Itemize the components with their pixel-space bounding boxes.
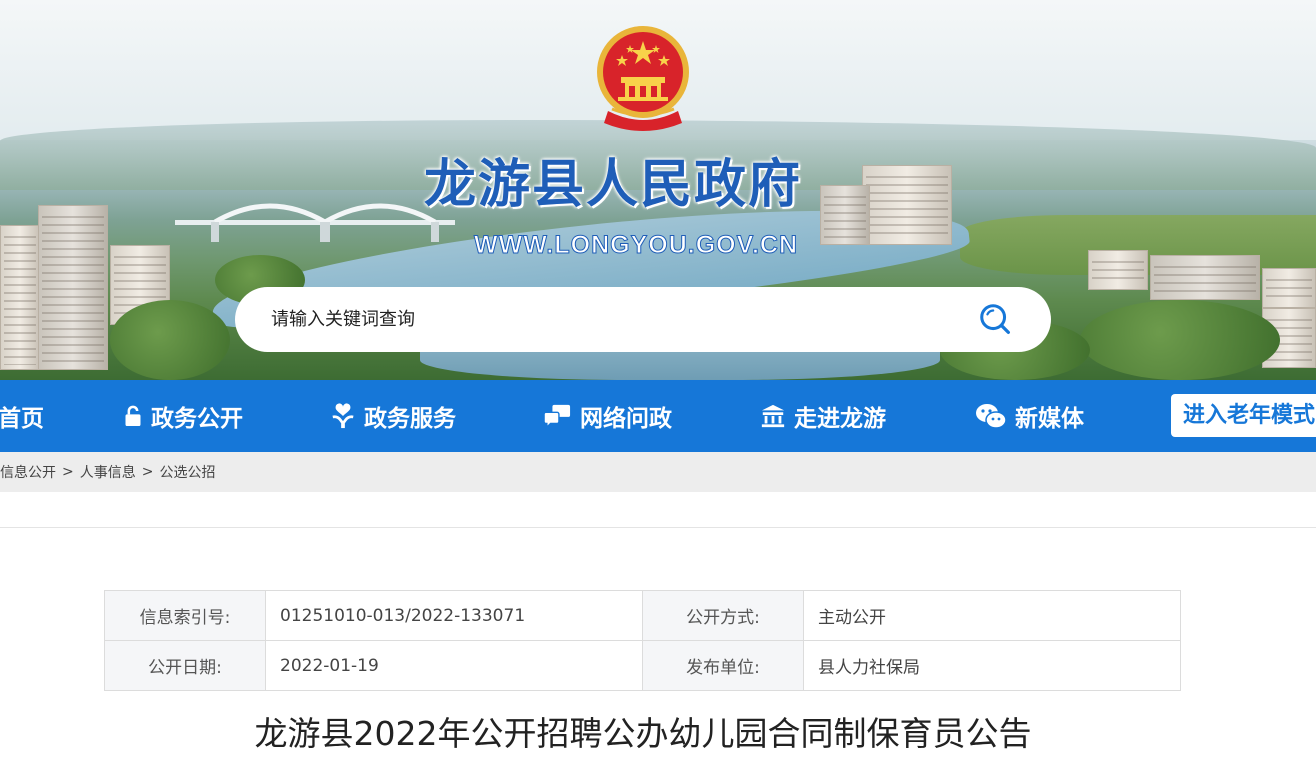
building-center-1 [862, 165, 952, 245]
header-banner: 龙游县人民政府 WWW.LONGYOU.GOV.CN [0, 0, 1316, 380]
nav-item-gov-affairs[interactable]: 政务公开 [123, 380, 243, 452]
building-icon [761, 404, 785, 428]
publisher-value: 县人力社保局 [803, 640, 1181, 691]
nav-item-new-media[interactable]: 新媒体 [975, 380, 1084, 452]
breadcrumb: 信息公开 > 人事信息 > 公选公招 [0, 452, 1316, 492]
building-right-1 [1088, 250, 1148, 290]
lock-icon [125, 405, 141, 426]
nav-item-label: 走进龙游 [794, 406, 886, 432]
table-row: 信息索引号: 01251010-013/2022-133071 公开方式: 主动… [104, 590, 1181, 641]
nav-item-gov-services[interactable]: 政务服务 [330, 380, 456, 452]
main-nav: 首页 政务公开 政务服务 网络问政 走进龙游 新媒体 [0, 380, 1316, 452]
nav-item-label: 政务服务 [364, 406, 456, 432]
open-method-label: 公开方式: [642, 590, 804, 641]
index-value: 01251010-013/2022-133071 [265, 590, 643, 641]
building-left-1 [0, 225, 40, 370]
search-icon [980, 304, 1010, 334]
breadcrumb-separator: > [62, 464, 74, 480]
nav-item-about-longyou[interactable]: 走进龙游 [760, 380, 886, 452]
index-label: 信息索引号: [104, 590, 266, 641]
date-label: 公开日期: [104, 640, 266, 691]
open-method-value: 主动公开 [803, 590, 1181, 641]
trees-left [110, 300, 230, 380]
breadcrumb-separator: > [141, 464, 154, 480]
chat-icon [544, 404, 571, 429]
site-url: WWW.LONGYOU.GOV.CN [474, 231, 799, 260]
elder-mode-button[interactable]: 进入老年模式 [1171, 394, 1316, 437]
breadcrumb-item-info-public[interactable]: 信息公开 [0, 462, 56, 482]
article-title: 龙游县2022年公开招聘公办幼儿园合同制保育员公告 [254, 714, 1032, 753]
nav-item-label: 网络问政 [580, 406, 672, 432]
nav-item-label: 首页 [0, 406, 44, 432]
info-meta-table: 信息索引号: 01251010-013/2022-133071 公开方式: 主动… [104, 590, 1181, 691]
search-input[interactable] [271, 287, 951, 352]
divider [0, 527, 1316, 528]
building-right-2 [1150, 255, 1260, 300]
publisher-label: 发布单位: [642, 640, 804, 691]
trees-right [1080, 300, 1280, 380]
site-title: 龙游县人民政府 [424, 154, 803, 215]
breadcrumb-item-personnel[interactable]: 人事信息 [80, 462, 136, 482]
search-button[interactable] [973, 297, 1019, 343]
table-row: 公开日期: 2022-01-19 发布单位: 县人力社保局 [104, 640, 1181, 691]
search-box [235, 287, 1051, 352]
breadcrumb-item-recruitment[interactable]: 公选公招 [159, 462, 215, 482]
nav-item-label: 政务公开 [151, 406, 243, 432]
building-right-3 [1262, 268, 1316, 308]
heart-hand-icon [332, 403, 354, 429]
wechat-icon [976, 404, 1007, 429]
nav-item-home[interactable]: 首页 [0, 380, 44, 452]
date-value: 2022-01-19 [265, 640, 643, 691]
nav-item-label: 新媒体 [1015, 406, 1084, 432]
national-emblem-icon [597, 26, 689, 131]
building-left-2 [38, 205, 108, 370]
bridge-illustration [175, 203, 455, 242]
nav-item-online-inquiry[interactable]: 网络问政 [544, 380, 672, 452]
